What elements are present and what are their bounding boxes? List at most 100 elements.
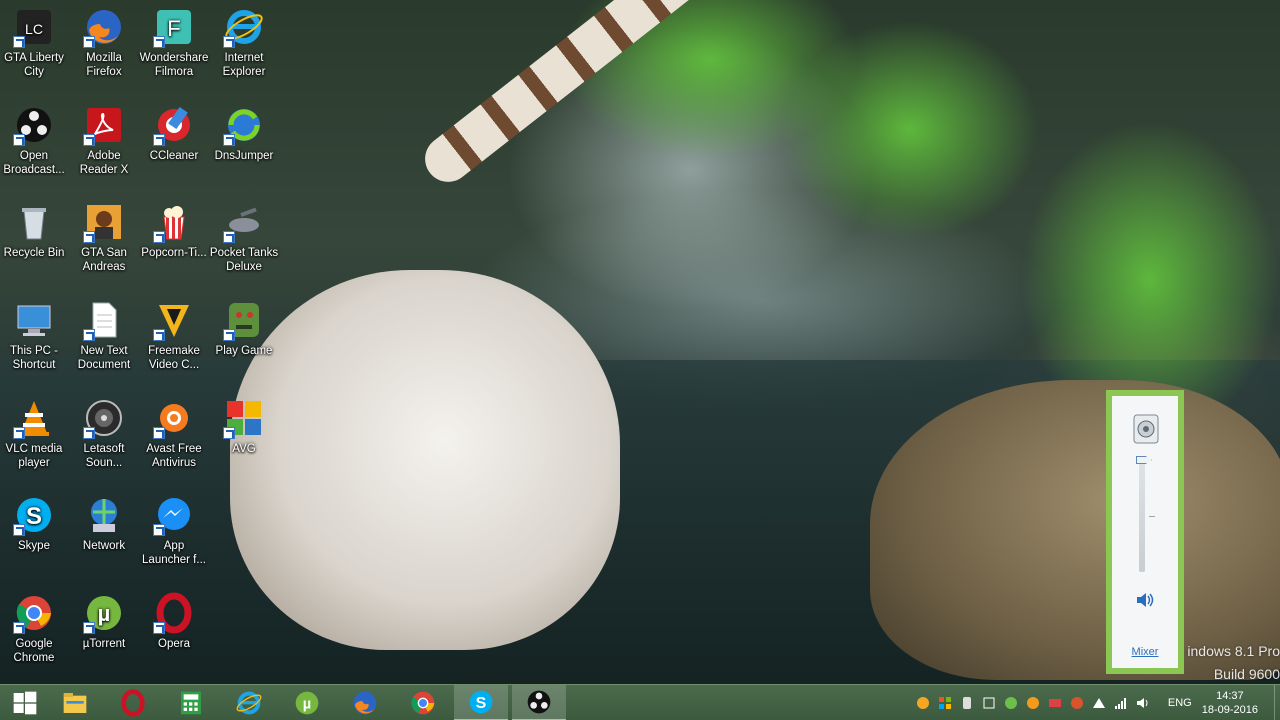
volume-slider-track[interactable] [1139, 460, 1145, 572]
desktop-icon-label: CCleaner [149, 150, 199, 162]
desktop-icon-label: Wondershare Filmora [139, 52, 209, 78]
wallpaper-tiger [230, 270, 620, 650]
shortcut-arrow-icon [83, 36, 95, 48]
watermark-edition: indows 8.1 Pro [1187, 643, 1280, 659]
shortcut-arrow-icon [83, 427, 95, 439]
utorrent-icon: µ [295, 691, 319, 715]
taskbar: µ S ENG 14:37 18-09-2016 [0, 684, 1280, 720]
volume-slider-thumb[interactable] [1136, 456, 1152, 464]
desktop-icon[interactable]: Google Chrome [0, 592, 71, 665]
chrome-icon [411, 691, 435, 715]
desktop-icon[interactable]: This PC - Shortcut [0, 299, 71, 372]
desktop-icon[interactable]: GTA San Andreas [67, 201, 141, 274]
desktop-icon[interactable]: CCleaner [137, 104, 211, 163]
speaker-device-icon[interactable] [1133, 414, 1159, 444]
ccleaner-icon [153, 104, 195, 146]
avast-icon [153, 397, 195, 439]
desktop-icon-label: Network [82, 540, 126, 552]
desktop-icon[interactable]: AVG [207, 397, 281, 456]
desktop-icon[interactable]: Pocket Tanks Deluxe [207, 201, 281, 274]
desktop-icon[interactable]: Avast Free Antivirus [137, 397, 211, 470]
taskbar-button[interactable] [106, 685, 160, 720]
desktop-icon[interactable]: Popcorn-Ti... [137, 201, 211, 260]
desktop-icon[interactable]: VLC media player [0, 397, 71, 470]
taskbar-button[interactable] [164, 685, 218, 720]
popcorn-time-icon [153, 201, 195, 243]
desktop-icon[interactable]: Mozilla Firefox [67, 6, 141, 79]
shortcut-arrow-icon [83, 231, 95, 243]
shortcut-arrow-icon [153, 134, 165, 146]
tray-app-icon[interactable] [914, 694, 932, 712]
shortcut-arrow-icon [223, 329, 235, 341]
desktop-icon-label: Internet Explorer [222, 52, 266, 78]
filmora-icon: F [153, 6, 195, 48]
desktop-icon-label: VLC media player [5, 443, 63, 469]
taskbar-button[interactable] [338, 685, 392, 720]
windows-start-icon [13, 691, 37, 715]
taskbar-button[interactable] [48, 685, 102, 720]
desktop-icon[interactable]: Internet Explorer [207, 6, 281, 79]
opera-icon [121, 689, 145, 717]
firefox-icon [353, 691, 377, 715]
shortcut-arrow-icon [153, 231, 165, 243]
mixer-link[interactable]: Mixer [1112, 646, 1178, 658]
dnsjumper-icon [223, 104, 265, 146]
desktop-icon-label: AVG [232, 443, 256, 455]
shortcut-arrow-icon [13, 622, 25, 634]
system-tray: ENG 14:37 18-09-2016 [912, 685, 1280, 720]
wallpaper-fern [780, 20, 1040, 240]
speaker-volume-icon[interactable] [1136, 592, 1154, 608]
svg-text:S: S [476, 695, 487, 712]
network-signal-icon[interactable] [1112, 694, 1130, 712]
letasoft-sound-icon [83, 397, 125, 439]
desktop-icon[interactable]: New Text Document [67, 299, 141, 372]
desktop-icon[interactable]: DnsJumper [207, 104, 281, 163]
tray-app-icon[interactable] [1068, 694, 1086, 712]
desktop-icon[interactable]: App Launcher f... [137, 494, 211, 567]
desktop-icon[interactable]: Open Broadcast... [0, 104, 71, 177]
desktop-icon[interactable]: Opera [137, 592, 211, 651]
desktop-icon[interactable]: LC GTA Liberty City [0, 6, 71, 79]
desktop-icon[interactable]: µ µTorrent [67, 592, 141, 651]
opera-icon [153, 592, 195, 634]
tray-app-icon[interactable] [1046, 694, 1064, 712]
tray-clock[interactable]: 14:37 18-09-2016 [1202, 689, 1258, 717]
skype-icon: S [469, 690, 493, 714]
tray-app-icon[interactable] [958, 694, 976, 712]
skype-icon: S [13, 494, 55, 536]
desktop-icon-label: GTA San Andreas [81, 247, 127, 273]
tray-app-icon[interactable] [1090, 694, 1108, 712]
desktop-icon[interactable]: Network [67, 494, 141, 553]
desktop-icon-label: Skype [18, 540, 50, 552]
shortcut-arrow-icon [153, 427, 165, 439]
taskbar-button[interactable] [396, 685, 450, 720]
taskbar-button[interactable] [0, 685, 52, 720]
wallpaper-rock [870, 380, 1280, 680]
desktop-icon-label: Google Chrome [13, 638, 55, 664]
desktop-icon-label: µTorrent [82, 638, 126, 650]
input-language[interactable]: ENG [1168, 697, 1192, 709]
desktop-icon[interactable]: S Skype [0, 494, 71, 553]
desktop-icon[interactable]: Freemake Video C... [137, 299, 211, 372]
taskbar-button[interactable]: S [454, 685, 508, 720]
taskbar-button[interactable] [222, 685, 276, 720]
show-desktop-button[interactable] [1274, 685, 1280, 720]
desktop-icon[interactable]: Play Game [207, 299, 281, 358]
desktop-icon-label: New Text Document [77, 345, 131, 371]
desktop-icon[interactable]: Adobe Reader X [67, 104, 141, 177]
desktop-icon-label: Opera [158, 638, 190, 650]
chrome-icon [13, 592, 55, 634]
shortcut-arrow-icon [83, 134, 95, 146]
volume-flyout-panel: Mixer [1112, 396, 1178, 668]
desktop-icon[interactable]: F Wondershare Filmora [137, 6, 211, 79]
desktop-icon-label: Adobe Reader X [79, 150, 129, 176]
desktop-icon[interactable]: Letasoft Soun... [67, 397, 141, 470]
desktop-icon[interactable]: Recycle Bin [0, 201, 71, 260]
tray-app-icon[interactable] [980, 694, 998, 712]
volume-tray-icon[interactable] [1134, 694, 1152, 712]
tray-app-icon[interactable] [1002, 694, 1020, 712]
tray-app-icon[interactable] [1024, 694, 1042, 712]
tray-app-icon[interactable] [936, 694, 954, 712]
taskbar-button[interactable] [512, 685, 566, 720]
taskbar-button[interactable]: µ [280, 685, 334, 720]
